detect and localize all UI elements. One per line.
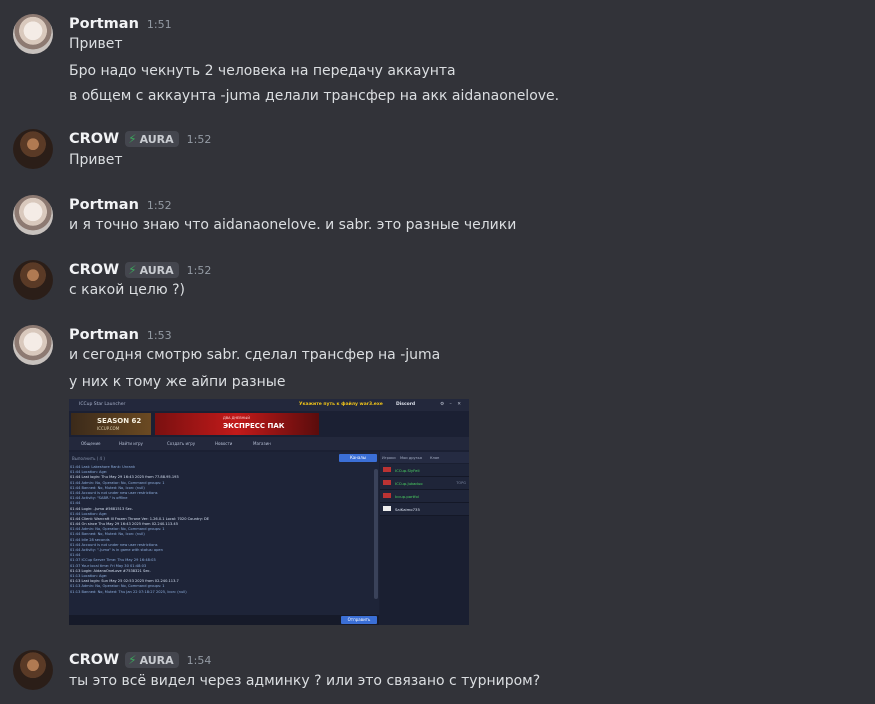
flag-icon [383,480,391,485]
chat-scrollbar [374,469,378,599]
players-panel: Игроки Мои друзья Клан ICCup.SlyFeli ICC… [380,452,469,625]
chat-input [69,615,379,625]
message-text: ты это всё видел через админку ? или это… [69,673,541,689]
launcher-chat: Выполнить ( 4 ) Каналы 01:44 Last: Lakes… [69,452,379,615]
portman-avatar[interactable] [13,14,53,54]
message-text: Привет [69,152,123,168]
crow-avatar[interactable] [13,260,53,300]
clan-tag-label: AURA [139,263,174,277]
chat-log-line: 01:13 Banned: No, Muted: Thu Jan 22 07:1… [70,589,187,594]
username[interactable]: Portman [69,16,139,32]
player-row: ICCup.SlyFeli [380,464,469,477]
window-controls-icon: ⚙ – ✕ [440,402,463,407]
express-banner: ДВА ДНЕВНЫЙ ЭКСПРЕСС ПАК [155,413,319,435]
timestamp: 1:51 [146,17,172,31]
timestamp: 1:52 [146,198,172,212]
express-banner-title: ЭКСПРЕСС ПАК [223,422,285,430]
message-header: Portman 1:52 [69,195,172,215]
player-rank: TOPG [456,481,466,485]
username[interactable]: CROW [69,262,119,278]
username[interactable]: CROW [69,131,119,147]
image-attachment[interactable]: ICCup Star Launcher Укажите путь к файлу… [69,399,469,625]
season-banner: SEASON 62 ICCUP.COM [71,413,151,435]
timestamp: 1:53 [146,328,172,342]
chat-log: 01:44 Last: Lakeshore Rank: Unrank 01:44 … [69,465,369,613]
portman-avatar[interactable] [13,325,53,365]
bolt-icon: ⚡ [128,132,137,146]
timestamp: 1:52 [186,263,212,277]
message-text: Привет [69,36,123,52]
message-text: в общем с аккаунта -juma делали трансфер… [69,88,560,104]
chat-header: Выполнить ( 4 ) [72,456,105,461]
username[interactable]: Portman [69,327,139,343]
launcher-notice: Укажите путь к файлу war3.exe [299,402,383,407]
players-tabs: Игроки Мои друзья Клан [380,452,469,463]
timestamp: 1:52 [186,132,212,146]
launcher-title: ICCup Star Launcher [79,402,126,407]
message-text: и сегодня смотрю sabr. сделал трансфер н… [69,347,441,363]
players-tab: Мои друзья [400,456,422,460]
crow-avatar[interactable] [13,650,53,690]
launcher-tab: Создать игру [167,441,196,446]
clan-tag[interactable]: ⚡ AURA [125,131,179,147]
discord-label: Discord [396,402,416,407]
launcher-tabs: Общение Найти игру Создать игру Новости … [69,437,469,450]
portman-avatar[interactable] [13,195,53,235]
launcher-titlebar: ICCup Star Launcher Укажите путь к файлу… [69,399,469,411]
player-name: ICCup.Jukaduo [395,481,423,486]
message-header: CROW ⚡ AURA 1:52 [69,129,211,149]
clan-tag[interactable]: ⚡ AURA [125,652,179,668]
message-text: с какой целю ?) [69,282,185,298]
season-banner-sub: ICCUP.COM [97,426,120,431]
player-row: Iccup.portfol [380,490,469,503]
player-row: ICCup.Jukaduo TOPG [380,477,469,490]
bolt-icon: ⚡ [128,653,137,667]
flag-icon [383,493,391,498]
message-header: CROW ⚡ AURA 1:52 [69,260,211,280]
message-text: Бро надо чекнуть 2 человека на передачу … [69,63,456,79]
player-name: SaiKaimo735 [395,507,420,512]
launcher-tab: Новости [215,441,233,446]
flag-icon [383,467,391,472]
clan-tag-label: AURA [139,132,174,146]
launcher-tab: Общение [81,441,101,446]
username[interactable]: CROW [69,652,119,668]
flag-icon [383,506,391,511]
express-banner-sub: ДВА ДНЕВНЫЙ [223,416,250,420]
message-header: CROW ⚡ AURA 1:54 [69,650,211,670]
message-header: Portman 1:53 [69,325,172,345]
launcher-tab: Магазин [253,441,271,446]
send-button: Отправить [341,616,377,624]
username[interactable]: Portman [69,197,139,213]
message-text: у них к тому же айпи разные [69,374,286,390]
crow-avatar[interactable] [13,129,53,169]
channels-button: Каналы [339,454,377,462]
player-row: SaiKaimo735 [380,503,469,516]
season-banner-title: SEASON 62 [97,417,142,425]
clan-tag-label: AURA [139,653,174,667]
message-text: и я точно знаю что aidanaonelove. и sabr… [69,217,517,233]
player-name: Iccup.portfol [395,494,419,499]
players-tab: Игроки [382,456,396,460]
bolt-icon: ⚡ [128,263,137,277]
message-header: Portman 1:51 [69,14,172,34]
player-name: ICCup.SlyFeli [395,468,420,473]
players-tab: Клан [430,456,440,460]
clan-tag[interactable]: ⚡ AURA [125,262,179,278]
timestamp: 1:54 [186,653,212,667]
launcher-tab: Найти игру [119,441,143,446]
